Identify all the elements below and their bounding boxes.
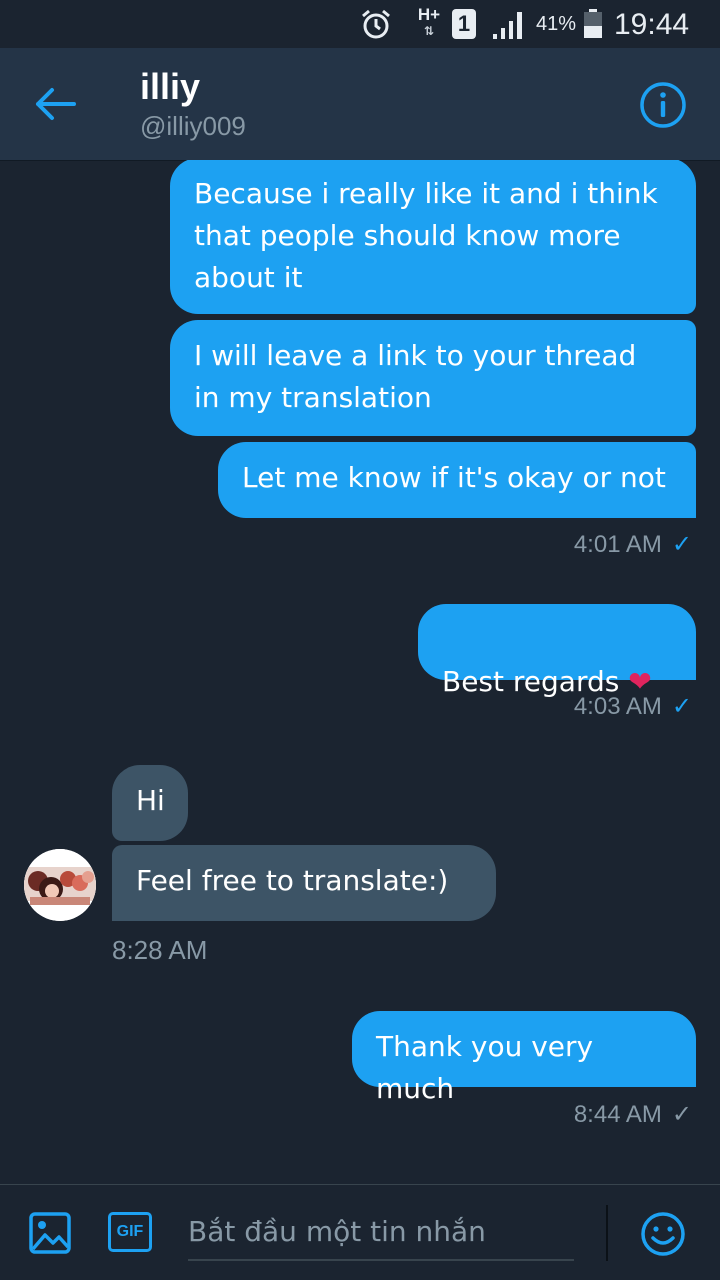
sim-indicator: 1 [452,9,476,39]
message-timestamp: 8:28 AM [112,935,208,965]
battery-icon [584,9,602,38]
sent-receipt-icon: ✓ [671,1101,692,1128]
avatar-photo [24,849,96,921]
message-bubble-sent[interactable]: Best regards ❤ [418,604,696,698]
message-bubble-received[interactable]: Feel free to translate:) [112,845,496,921]
message-timestamp: 4:01 AM ✓ [573,531,692,558]
clock: 19:44 [614,8,690,41]
message-input[interactable] [188,1203,574,1261]
data-arrows-icon: ⇅ [423,24,435,38]
message-bubble-sent[interactable]: Because i really like it and i think tha… [170,160,696,314]
back-arrow-icon[interactable] [28,80,84,128]
message-bubble-sent[interactable]: Thank you very much [352,1011,696,1105]
message-bubble-sent[interactable]: I will leave a link to your thread in my… [170,320,696,436]
info-icon[interactable] [638,80,688,130]
avatar[interactable] [24,849,96,921]
message-timestamp: 8:44 AM ✓ [573,1101,692,1128]
read-receipt-icon: ✓ [671,531,692,558]
battery-percent: 41% [536,13,577,35]
gif-button[interactable]: GIF [108,1212,152,1252]
message-bubble-sent[interactable]: Let me know if it's okay or not [218,442,696,518]
message-bubble-received[interactable]: Hi [112,765,188,841]
status-bar: H+ ⇅ 1 41% 19:44 [0,0,720,48]
divider [606,1205,608,1261]
message-list: Because i really like it and i think tha… [0,160,720,1184]
conversation-header: illiy @illiy009 [0,48,720,161]
alarm-icon [362,9,390,39]
contact-name: illiy [140,66,201,107]
signal-icon [493,12,522,39]
contact-handle: @illiy009 [140,111,246,141]
network-type: H+ ⇅ [414,6,444,42]
message-composer: GIF [0,1184,720,1280]
message-timestamp: 4:03 AM ✓ [573,693,692,720]
emoji-icon[interactable] [640,1211,686,1257]
dm-conversation-screen: H+ ⇅ 1 41% 19:44 illiy @illiy009 Because… [0,0,720,1280]
read-receipt-icon: ✓ [671,693,692,720]
image-icon[interactable] [28,1211,72,1255]
